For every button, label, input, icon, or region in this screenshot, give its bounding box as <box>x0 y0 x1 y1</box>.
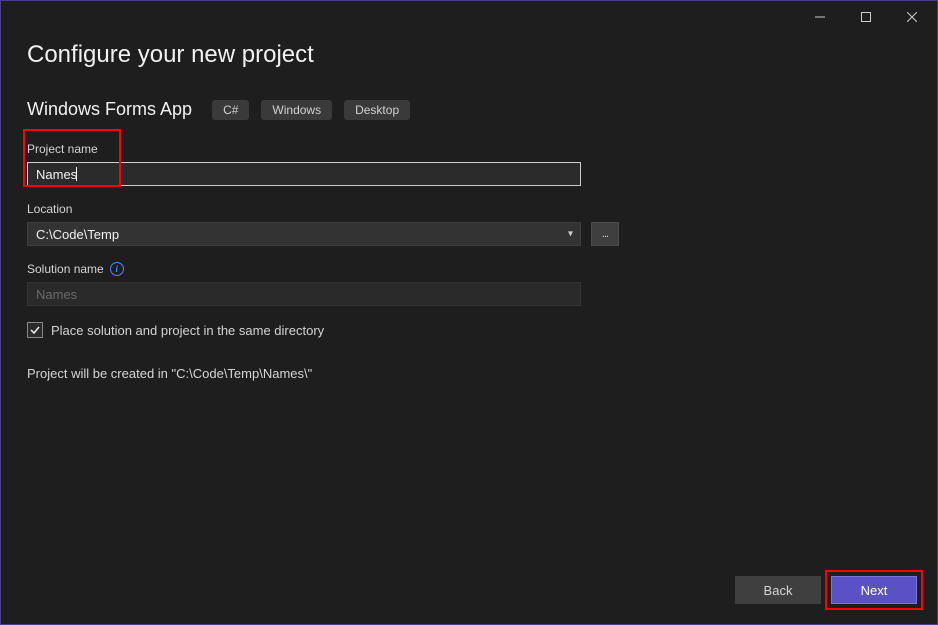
next-button-label: Next <box>861 583 888 598</box>
template-name: Windows Forms App <box>27 99 192 120</box>
maximize-icon <box>861 12 871 22</box>
solution-name-group: Solution name i Names <box>27 262 911 306</box>
same-directory-row[interactable]: Place solution and project in the same d… <box>27 322 911 338</box>
location-label: Location <box>27 202 911 216</box>
location-value: C:\Code\Temp <box>36 227 119 242</box>
template-info-row: Windows Forms App C# Windows Desktop <box>27 99 911 120</box>
location-group: Location C:\Code\Temp ▾ ... <box>27 202 911 246</box>
page-title: Configure your new project <box>27 41 911 69</box>
tag-windows: Windows <box>261 100 332 120</box>
close-button[interactable] <box>889 2 935 32</box>
back-button-label: Back <box>764 583 793 598</box>
tag-desktop: Desktop <box>344 100 410 120</box>
checkmark-icon <box>29 324 41 336</box>
browse-label: ... <box>602 228 608 240</box>
title-bar <box>1 1 937 33</box>
location-select[interactable]: C:\Code\Temp <box>27 222 581 246</box>
browse-button[interactable]: ... <box>591 222 619 246</box>
location-select-wrap: C:\Code\Temp ▾ <box>27 222 581 246</box>
tag-csharp: C# <box>212 100 249 120</box>
text-cursor <box>76 167 77 181</box>
same-directory-checkbox[interactable] <box>27 322 43 338</box>
back-button[interactable]: Back <box>735 576 821 604</box>
project-name-group: Project name Names <box>27 142 911 186</box>
content-area: Configure your new project Windows Forms… <box>1 33 937 381</box>
next-button[interactable]: Next <box>831 576 917 604</box>
minimize-icon <box>815 12 825 22</box>
footer-buttons: Back Next <box>735 576 917 604</box>
minimize-button[interactable] <box>797 2 843 32</box>
project-name-value: Names <box>36 167 77 182</box>
solution-name-placeholder: Names <box>36 287 77 302</box>
project-name-input[interactable]: Names <box>27 162 581 186</box>
maximize-button[interactable] <box>843 2 889 32</box>
close-icon <box>907 12 917 22</box>
info-icon[interactable]: i <box>110 262 124 276</box>
project-name-label: Project name <box>27 142 911 156</box>
solution-name-label: Solution name <box>27 262 104 276</box>
creation-info-text: Project will be created in "C:\Code\Temp… <box>27 366 911 381</box>
solution-name-input: Names <box>27 282 581 306</box>
same-directory-label: Place solution and project in the same d… <box>51 323 324 338</box>
